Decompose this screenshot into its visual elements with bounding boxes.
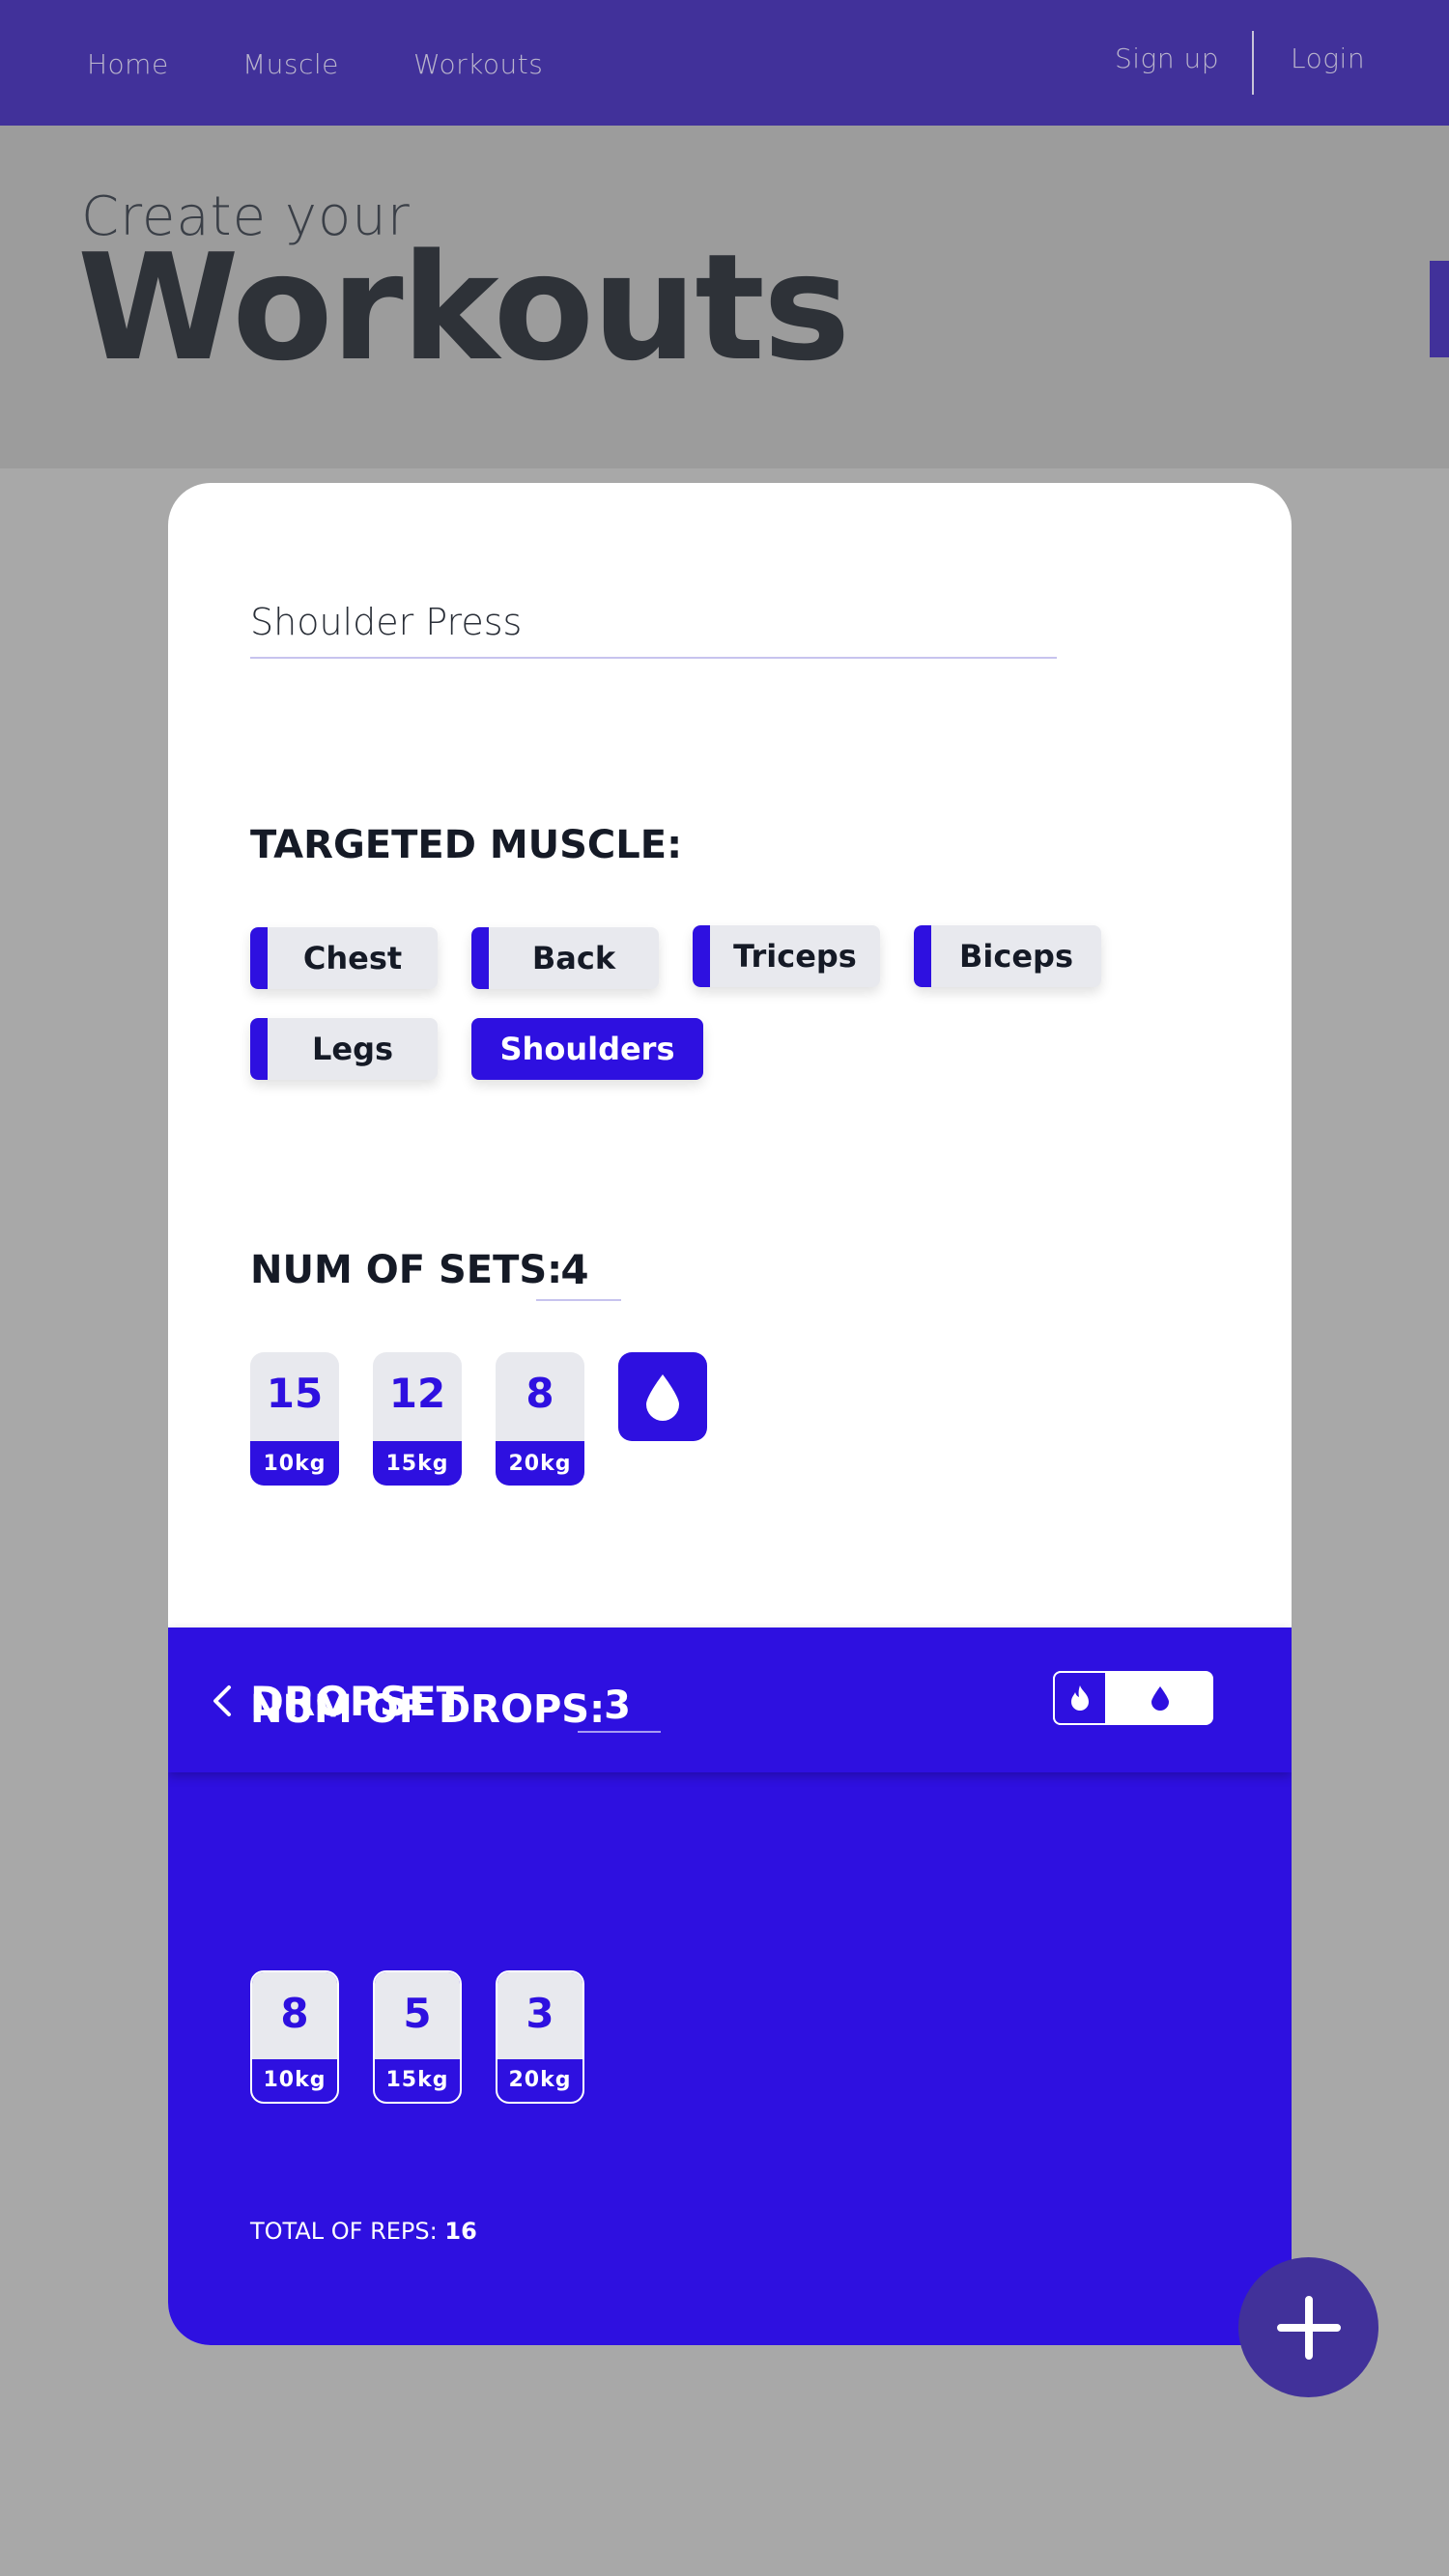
dropset-button[interactable] [618,1352,707,1441]
set-reps: 12 [388,1370,446,1417]
num-drops-label: NUM OF DROPS: [250,1687,606,1732]
num-drops-input[interactable]: 3 [578,1684,657,1728]
muscle-chip-biceps[interactable]: Biceps [914,925,1101,987]
nav-home-link[interactable]: Home [87,48,169,80]
exercise-name-input[interactable]: Shoulder Press [250,601,522,643]
nav-workouts-link[interactable]: Workouts [413,48,543,80]
nav-signup-link[interactable]: Sign up [1115,42,1219,74]
exercise-name-underline [250,657,1057,659]
set-weight: 10kg [250,1441,339,1486]
num-sets-input[interactable]: 4 [536,1246,613,1293]
hero-title: Workouts [77,222,850,393]
num-drops-underline [578,1731,661,1733]
muscle-chip-chest[interactable]: Chest [250,927,438,989]
nav-login-link[interactable]: Login [1291,42,1365,74]
drop-tile[interactable]: 3 20kg [496,1970,584,2104]
set-tile[interactable]: 15 10kg [250,1352,339,1486]
drop-icon[interactable] [1107,1671,1213,1725]
nav-muscle-link[interactable]: Muscle [242,48,339,80]
muscle-chip-back[interactable]: Back [471,927,659,989]
drop-reps: 3 [497,1972,582,2059]
total-reps: TOTAL OF REPS: 16 [250,2218,477,2245]
total-reps-value: 16 [444,2218,477,2245]
drop-icon [646,1374,679,1421]
total-reps-label: TOTAL OF REPS: [250,2218,438,2245]
set-tile[interactable]: 8 20kg [496,1352,584,1486]
muscle-chip-legs[interactable]: Legs [250,1018,438,1080]
drop-reps: 8 [252,1972,337,2059]
drop-weight: 20kg [508,2067,572,2092]
hero-section: Create your Workouts [0,126,1449,468]
drop-reps: 5 [375,1972,460,2059]
hero-accent-bar [1430,261,1449,357]
set-weight: 20kg [496,1441,584,1486]
navbar: Home Muscle Workouts Sign up Login [0,0,1449,126]
muscle-chip-shoulders[interactable]: Shoulders [471,1018,703,1080]
num-sets-label: NUM OF SETS: [250,1248,563,1292]
set-tile[interactable]: 12 15kg [373,1352,462,1486]
set-reps: 8 [526,1370,554,1417]
mode-toggle[interactable] [1053,1671,1213,1725]
drop-tile[interactable]: 8 10kg [250,1970,339,2104]
drop-weight: 15kg [385,2067,449,2092]
drop-tile[interactable]: 5 15kg [373,1970,462,2104]
back-chevron-icon[interactable] [197,1674,245,1728]
drop-weight: 10kg [263,2067,327,2092]
num-sets-underline [536,1299,621,1301]
add-workout-button[interactable] [1238,2257,1378,2397]
set-weight: 15kg [373,1441,462,1486]
plus-icon [1276,2295,1341,2360]
targeted-muscle-label: TARGETED MUSCLE: [250,823,683,867]
set-reps: 15 [266,1370,324,1417]
nav-divider [1252,31,1254,95]
muscle-chip-triceps[interactable]: Triceps [693,925,880,987]
workout-card: Shoulder Press TARGETED MUSCLE: Chest Ba… [168,483,1292,2345]
fire-icon[interactable] [1053,1671,1107,1725]
